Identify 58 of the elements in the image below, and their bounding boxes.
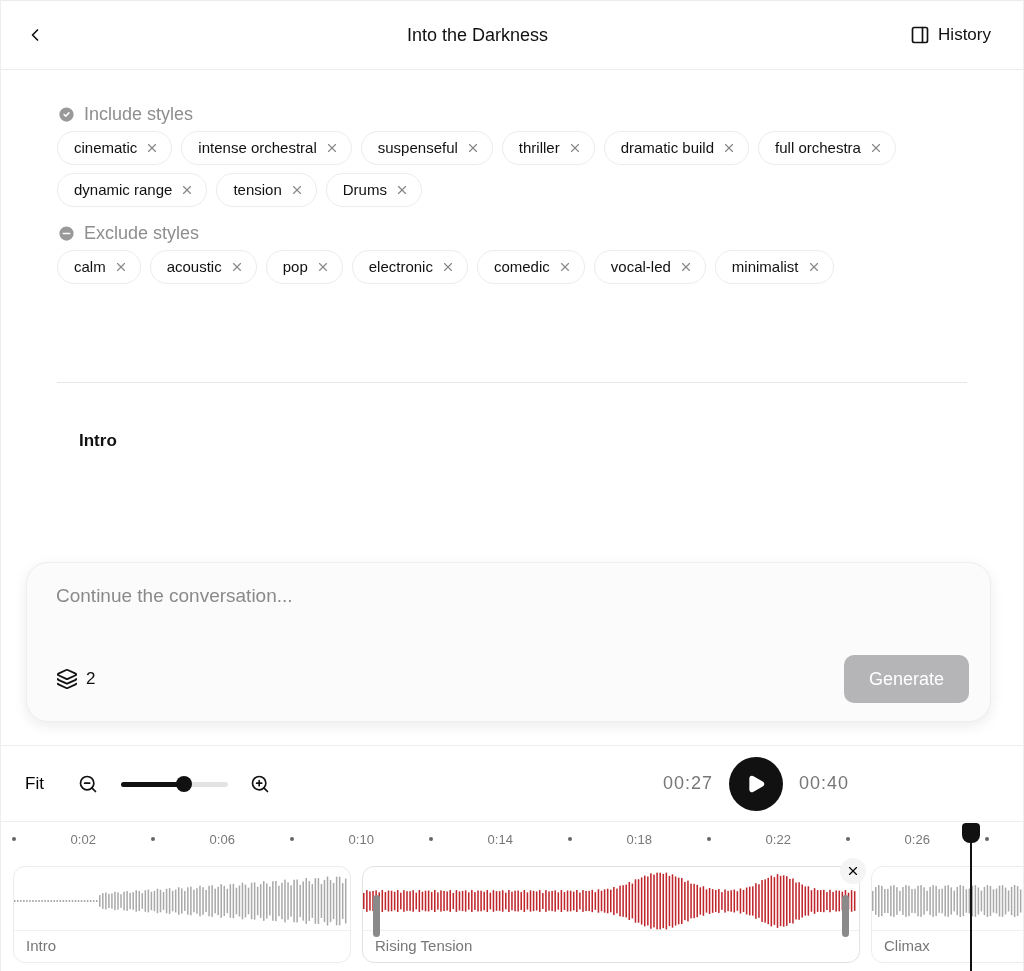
zoom-slider[interactable]: [120, 775, 228, 792]
group-label: Exclude styles: [84, 223, 200, 244]
tick-dot: [567, 837, 572, 841]
time-label: 0:10: [348, 831, 374, 847]
trim-handle[interactable]: [842, 895, 849, 937]
tag-label: vocal-led: [610, 258, 671, 275]
current-time: 00:27: [662, 773, 713, 794]
close-icon: [846, 864, 860, 878]
tag-label: thriller: [518, 139, 560, 156]
time-label: 0:22: [765, 831, 791, 847]
total-time: 00:40: [798, 773, 849, 794]
tag-label: dynamic range: [74, 181, 173, 198]
tick-dot: [11, 837, 16, 841]
audio-clip[interactable]: Intro: [13, 866, 351, 963]
zoom-out-icon[interactable]: [77, 773, 98, 794]
tag-label: electronic: [368, 258, 433, 275]
time-label: 0:26: [904, 831, 930, 847]
tag-label: suspenseful: [377, 139, 458, 156]
fit-button[interactable]: Fit: [25, 773, 44, 794]
tick-dot: [150, 837, 155, 841]
layers-icon: [56, 668, 78, 690]
trim-handle[interactable]: [373, 895, 380, 937]
tag-label: comedic: [493, 258, 550, 275]
history-button[interactable]: History: [910, 25, 991, 45]
audio-clip[interactable]: Climax: [871, 866, 1023, 963]
message-input[interactable]: Continue the conversation...: [56, 585, 969, 607]
tick-dot: [428, 837, 433, 841]
tick-dot: [984, 837, 989, 841]
clip-label: Intro: [14, 930, 350, 962]
tick-dot: [289, 837, 294, 841]
slider-thumb[interactable]: [176, 775, 192, 792]
close-button[interactable]: [840, 858, 866, 884]
layer-count: 2: [86, 669, 96, 689]
tag-label: minimalist: [731, 258, 799, 275]
group-label: Include styles: [84, 104, 194, 125]
minus-icon: [57, 224, 76, 243]
time-label: 0:02: [70, 831, 96, 847]
page-title: Into the Darkness: [407, 24, 549, 46]
tick-dot: [845, 837, 850, 841]
panel-icon: [910, 25, 931, 45]
tag-label: intense orchestral: [198, 139, 317, 156]
tag-label: dramatic build: [620, 139, 715, 156]
tag-label: pop: [282, 258, 308, 275]
zoom-in-icon[interactable]: [249, 773, 270, 794]
tick-dot: [706, 837, 711, 841]
section-title: Intro: [79, 431, 118, 451]
time-label: 0:14: [487, 831, 513, 847]
tag-label: tension: [233, 181, 282, 198]
audio-clip[interactable]: Rising Tension: [362, 866, 860, 963]
tag-label: Drums: [342, 181, 387, 198]
check-icon: [57, 105, 76, 124]
time-label: 0:06: [209, 831, 235, 847]
tag-label: cinematic: [74, 139, 138, 156]
time-label: 0:18: [626, 831, 652, 847]
tag-label: full orchestra: [775, 139, 861, 156]
tag-label: acoustic: [166, 258, 222, 275]
tag-label: calm: [74, 258, 106, 275]
playhead[interactable]: [962, 823, 980, 971]
